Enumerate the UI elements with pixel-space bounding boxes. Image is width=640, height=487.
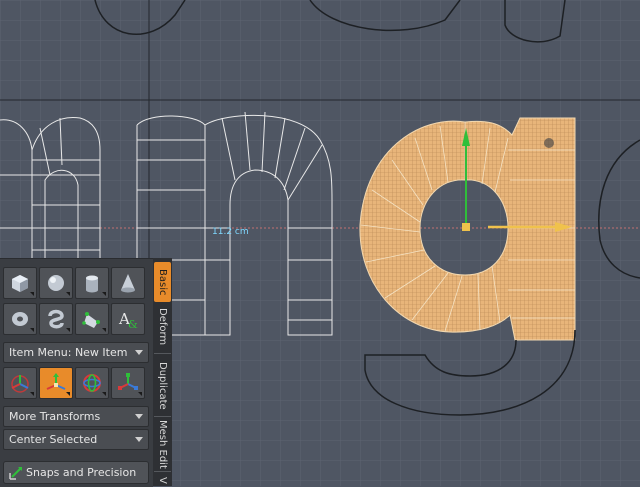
chevron-down-icon <box>135 414 143 419</box>
measurement-label: 11.2 cm <box>212 227 249 237</box>
move-button[interactable] <box>39 367 73 399</box>
center-selected-dropdown[interactable]: Center Selected <box>3 429 149 450</box>
tab-label: Basic <box>157 268 168 296</box>
cube-button[interactable] <box>3 267 37 299</box>
tab-divider <box>154 471 171 472</box>
tab-mesh-edit[interactable]: Mesh Edit <box>154 419 171 469</box>
pen-tool-icon <box>82 312 100 328</box>
tab-basic[interactable]: Basic <box>154 262 171 302</box>
tab-label: Duplicate <box>157 362 168 410</box>
rotate-gizmo-icon <box>83 374 101 392</box>
snap-icon <box>9 467 22 480</box>
capsule-icon <box>48 309 64 329</box>
snaps-label: Snaps and Precision <box>26 466 137 479</box>
cylinder-button[interactable] <box>75 267 109 299</box>
move-gizmo-icon <box>46 373 66 390</box>
cone-button[interactable] <box>111 267 145 299</box>
primitives-row <box>3 267 145 299</box>
move-gizmo-icon <box>11 375 29 393</box>
tab-divider <box>154 353 171 354</box>
rotate-button[interactable] <box>75 367 109 399</box>
svg-text:&: & <box>128 318 138 330</box>
vertical-tab-bar: Basic Deform Duplicate Mesh Edit V <box>153 258 172 486</box>
more-transforms-label: More Transforms <box>9 410 101 423</box>
cylinder-icon <box>86 275 98 293</box>
sphere-icon <box>48 275 64 291</box>
text-tool-icon: A& <box>118 310 138 330</box>
cone-icon <box>121 274 135 293</box>
sphere-button[interactable] <box>39 267 73 299</box>
item-menu-label: Item Menu: New Item <box>9 346 128 359</box>
chevron-down-icon <box>135 350 143 355</box>
torus-button[interactable] <box>3 303 37 335</box>
tab-deform[interactable]: Deform <box>154 304 171 350</box>
text-tool-button[interactable]: A & <box>111 303 145 335</box>
more-transforms-dropdown[interactable]: More Transforms <box>3 406 149 427</box>
cube-icon <box>12 275 28 292</box>
scale-button[interactable] <box>111 367 145 399</box>
transform-tools-row <box>3 367 145 399</box>
torus-icon <box>12 312 28 326</box>
tab-label: Mesh Edit <box>157 419 168 469</box>
tab-divider <box>154 416 171 417</box>
tab-v[interactable]: V <box>154 474 171 486</box>
tab-duplicate[interactable]: Duplicate <box>154 356 171 416</box>
scale-gizmo-icon <box>118 373 138 390</box>
pen-tool-button[interactable] <box>75 303 109 335</box>
capsule-button[interactable] <box>39 303 73 335</box>
primitives-row-2: A & <box>3 303 145 335</box>
tool-panel: A & Item Menu: New Item More Transforms C… <box>0 258 153 487</box>
center-selected-label: Center Selected <box>9 433 98 446</box>
snaps-and-precision-button[interactable]: Snaps and Precision <box>3 461 149 484</box>
item-menu-dropdown[interactable]: Item Menu: New Item <box>3 342 149 363</box>
transform-button[interactable] <box>3 367 37 399</box>
tab-label: V <box>157 476 168 484</box>
tab-label: Deform <box>157 308 168 346</box>
chevron-down-icon <box>135 437 143 442</box>
